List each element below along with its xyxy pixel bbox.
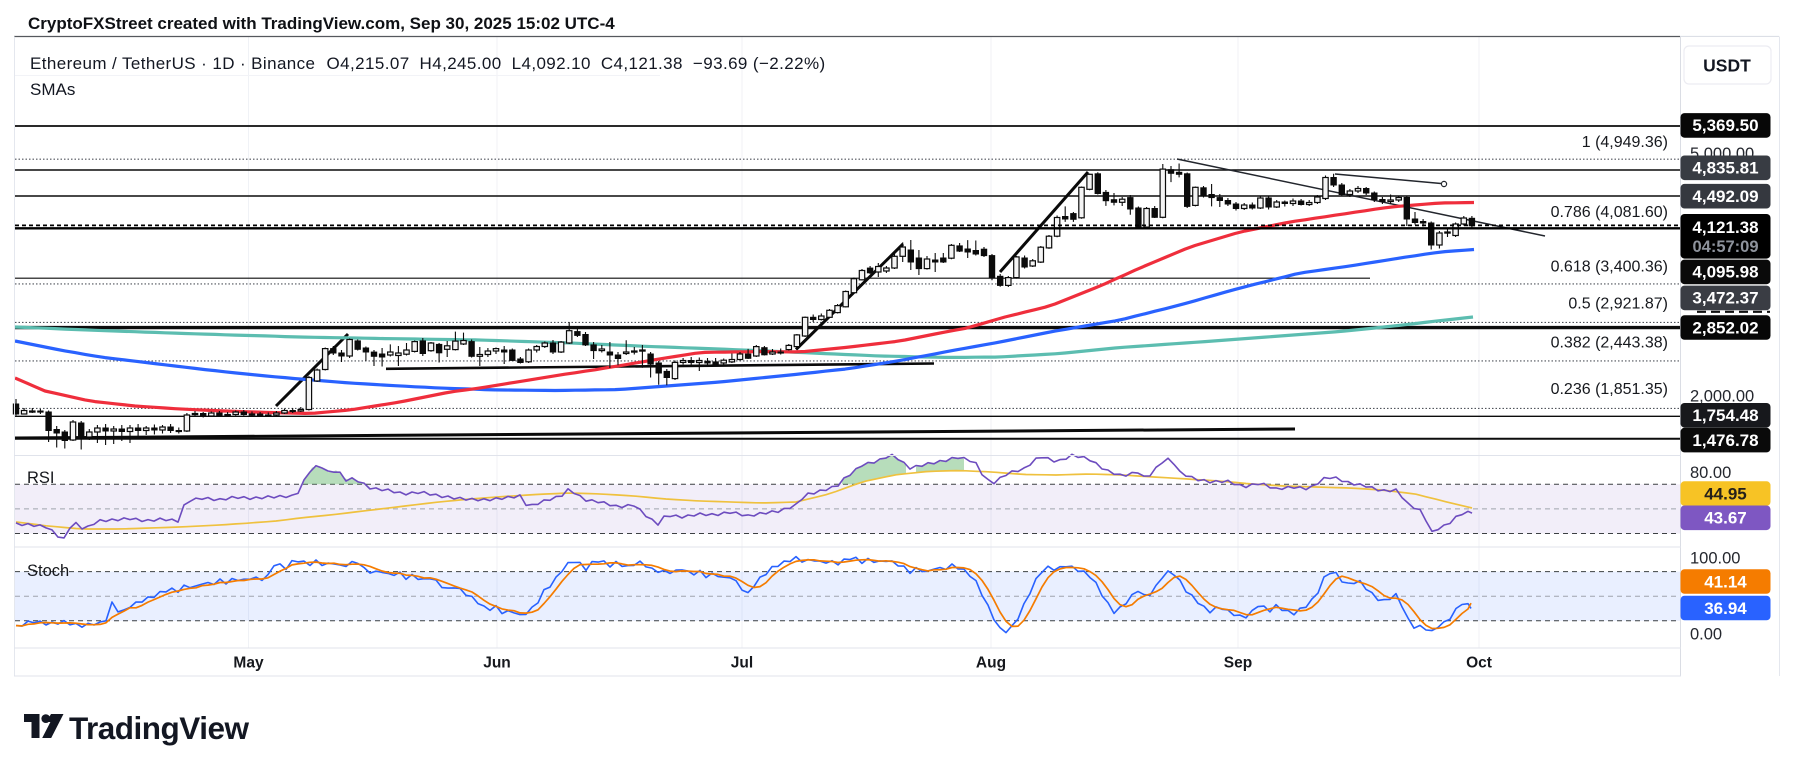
svg-text:41.14: 41.14 — [1704, 572, 1747, 591]
svg-text:1,754.48: 1,754.48 — [1692, 406, 1758, 425]
svg-text:0.00: 0.00 — [1690, 626, 1722, 644]
svg-text:100.00: 100.00 — [1690, 550, 1740, 568]
svg-text:4,835.81: 4,835.81 — [1692, 159, 1758, 178]
svg-text:44.95: 44.95 — [1704, 484, 1747, 503]
svg-text:80.00: 80.00 — [1690, 464, 1731, 482]
svg-text:36.94: 36.94 — [1704, 599, 1747, 618]
svg-text:Stoch: Stoch — [27, 562, 69, 580]
svg-text:43.67: 43.67 — [1704, 509, 1747, 528]
svg-text:Aug: Aug — [976, 655, 1006, 672]
svg-text:4,095.98: 4,095.98 — [1692, 263, 1758, 282]
svg-text:TradingView: TradingView — [69, 710, 249, 746]
svg-text:0.5 (2,921.87): 0.5 (2,921.87) — [1568, 296, 1668, 313]
svg-text:0.618 (3,400.36): 0.618 (3,400.36) — [1551, 258, 1668, 275]
svg-text:0.786 (4,081.60): 0.786 (4,081.60) — [1551, 204, 1668, 221]
svg-text:RSI: RSI — [27, 469, 55, 487]
svg-text:4,121.38: 4,121.38 — [1692, 218, 1758, 237]
svg-text:CryptoFXStreet created with Tr: CryptoFXStreet created with TradingView.… — [28, 14, 615, 33]
svg-text:May: May — [233, 655, 264, 672]
svg-text:4,492.09: 4,492.09 — [1692, 187, 1758, 206]
svg-text:USDT: USDT — [1703, 56, 1751, 76]
svg-text:5,369.50: 5,369.50 — [1692, 116, 1758, 135]
svg-text:1 (4,949.36): 1 (4,949.36) — [1582, 134, 1668, 151]
svg-text:Ethereum / TetherUS · 1D · Bin: Ethereum / TetherUS · 1D · Binance O4,21… — [30, 54, 826, 73]
svg-text:04:57:09: 04:57:09 — [1692, 238, 1758, 256]
svg-text:1,476.78: 1,476.78 — [1692, 431, 1758, 450]
svg-text:0.236 (1,851.35): 0.236 (1,851.35) — [1551, 381, 1668, 398]
svg-text:0.382 (2,443.38): 0.382 (2,443.38) — [1551, 335, 1668, 352]
svg-text:2,852.02: 2,852.02 — [1692, 318, 1758, 337]
svg-text:SMAs: SMAs — [30, 80, 75, 99]
svg-text:Oct: Oct — [1466, 655, 1492, 672]
svg-text:Jun: Jun — [483, 655, 511, 672]
svg-text:Sep: Sep — [1224, 655, 1252, 672]
svg-text:Jul: Jul — [731, 655, 753, 672]
svg-text:3,472.37: 3,472.37 — [1692, 289, 1758, 308]
